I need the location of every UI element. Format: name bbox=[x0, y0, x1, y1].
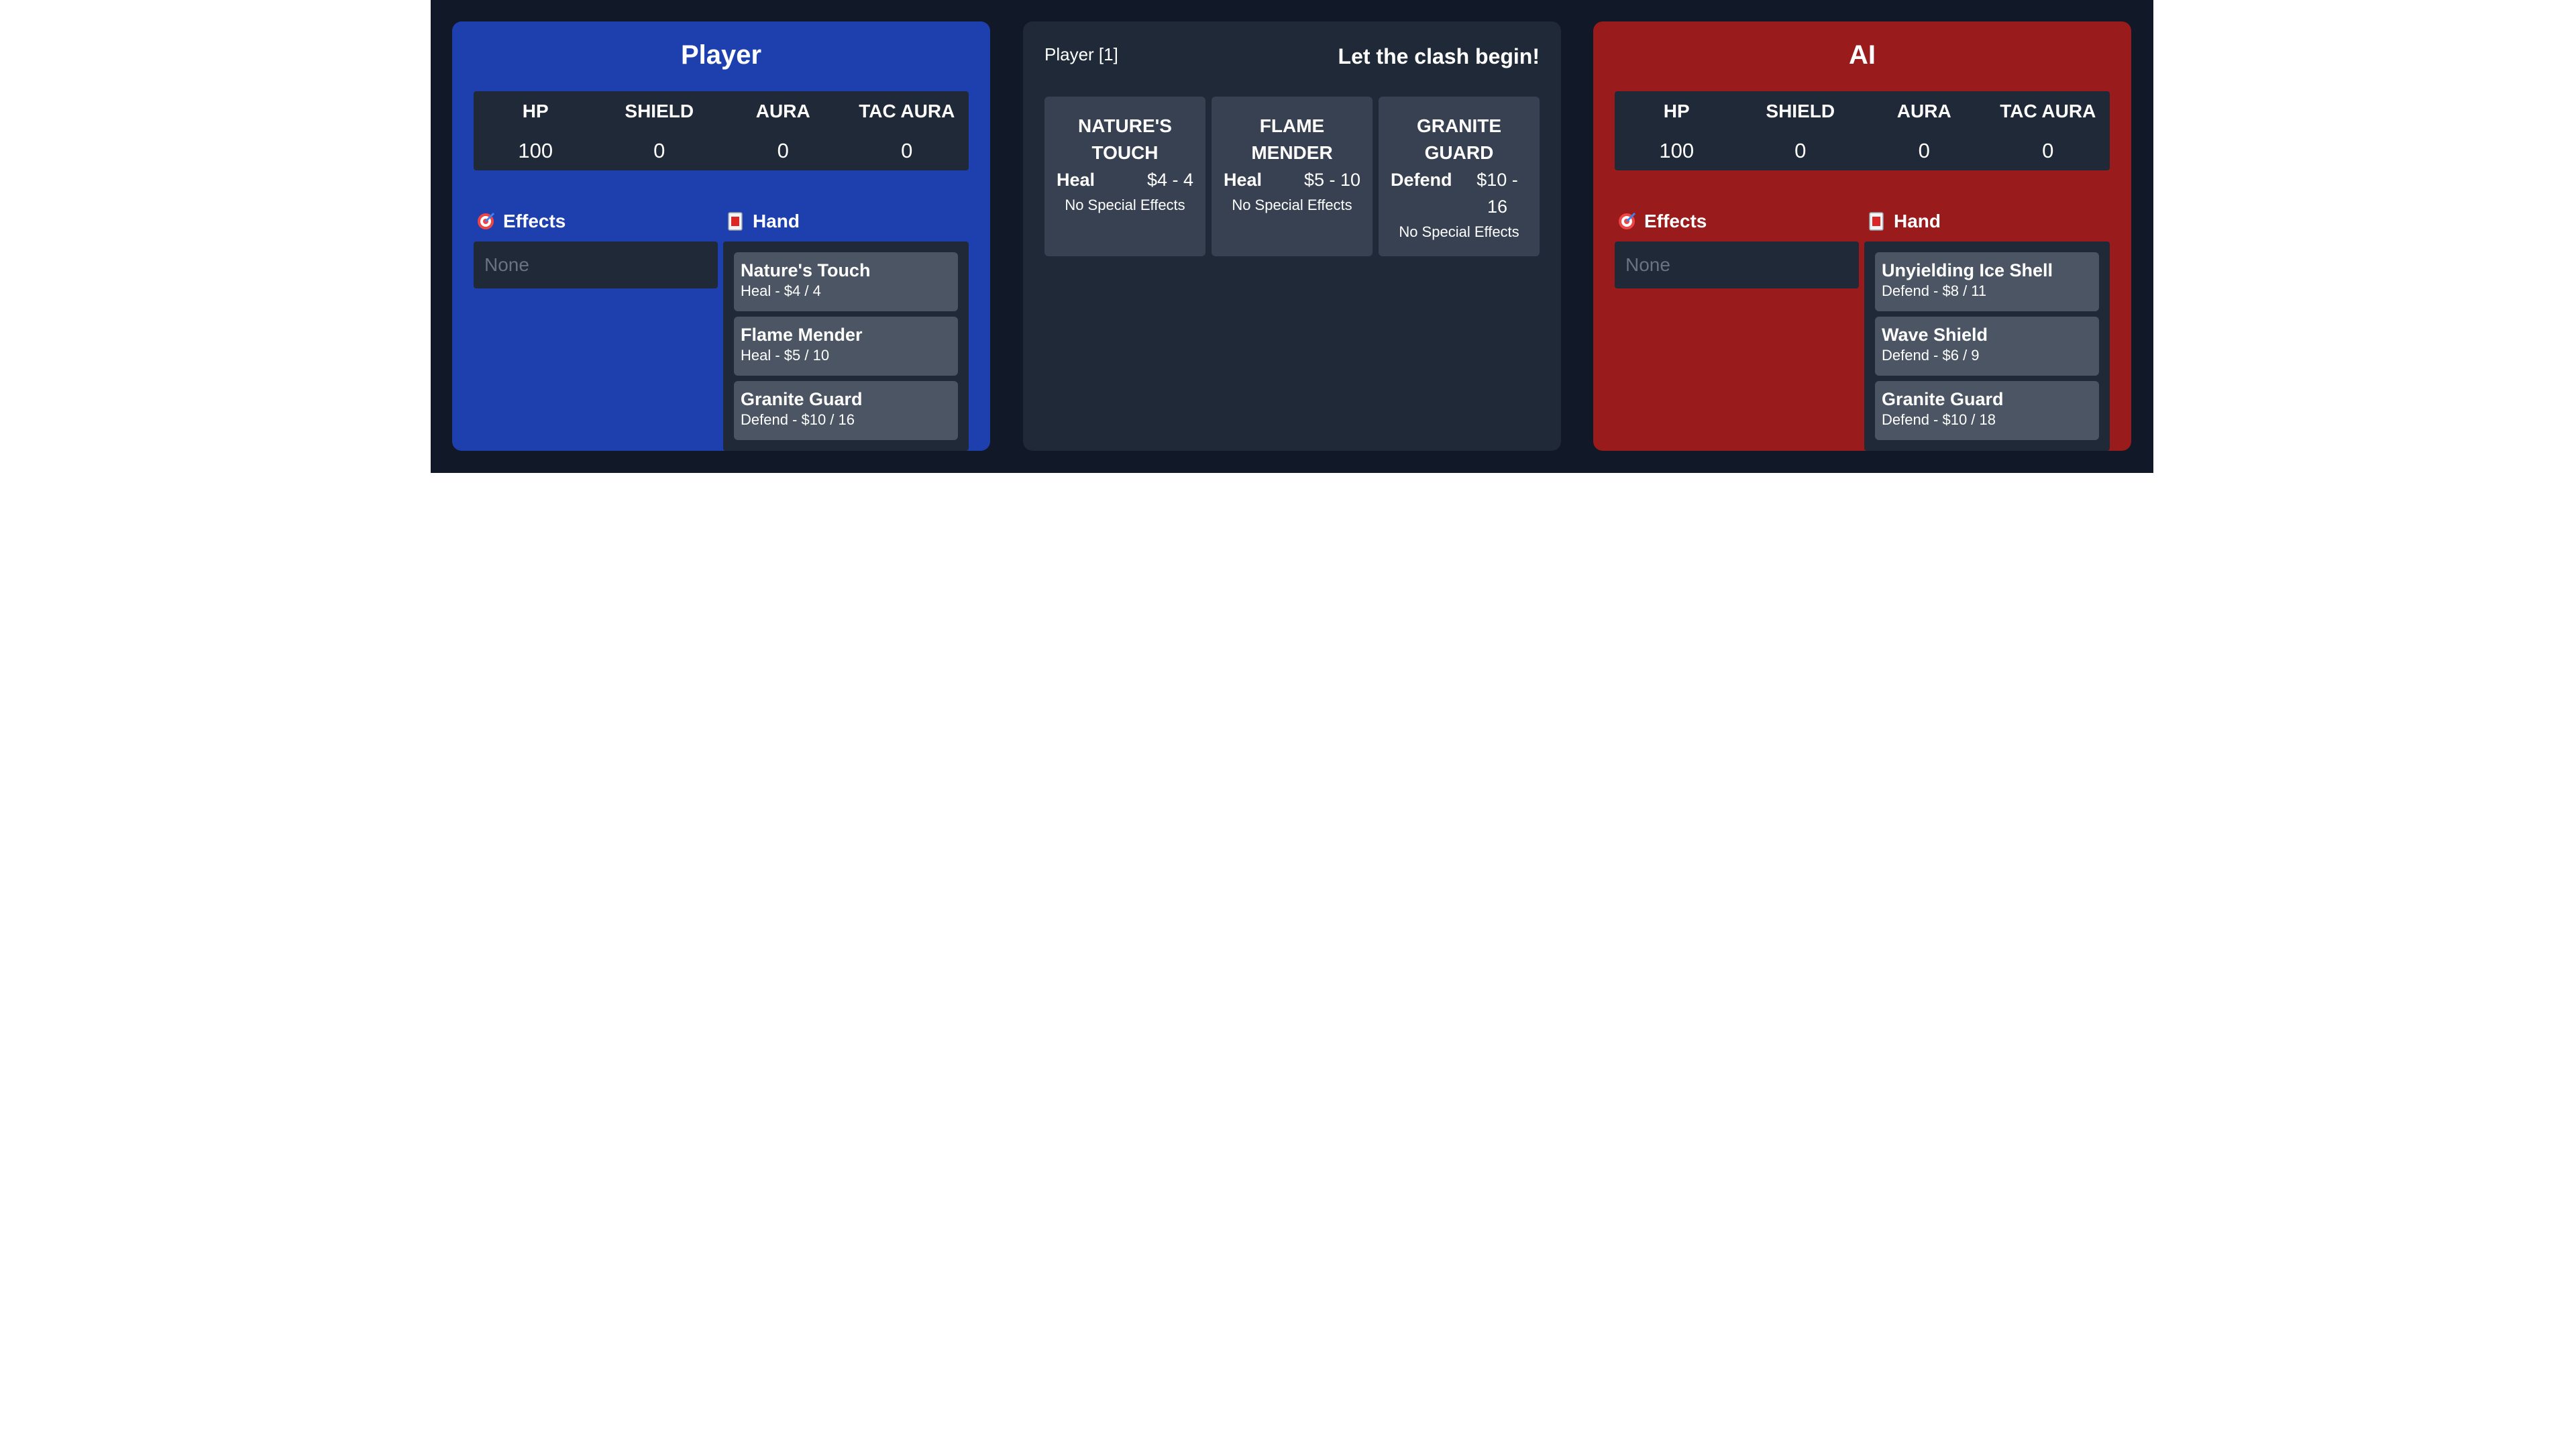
hand-card-desc: Heal - $5 / 10 bbox=[741, 347, 830, 364]
player-title: Player bbox=[680, 40, 762, 70]
stat-value-hp: 100 bbox=[518, 138, 553, 162]
stat-value-hp: 100 bbox=[1659, 138, 1695, 162]
ai-hand: Unyielding Ice Shell Defend - $8 / 11 Wa… bbox=[1864, 241, 2110, 451]
battle-message: Let the clash begin! bbox=[1338, 44, 1540, 68]
hand-card-desc: Defend - $10 / 18 bbox=[1882, 411, 1996, 428]
effects-label: Effects bbox=[476, 211, 566, 232]
hand-card-name: Granite Guard bbox=[741, 389, 863, 409]
stat-header-aura: AURA bbox=[755, 100, 810, 121]
played-card-type: Defend bbox=[1391, 170, 1452, 190]
hand-card-name: Granite Guard bbox=[1882, 389, 2004, 409]
stat-value-tac-aura: 0 bbox=[901, 138, 913, 162]
stat-value-aura: 0 bbox=[1918, 138, 1930, 162]
game-board: Player HP SHIELD AURA TAC AURA 100 0 0 0… bbox=[431, 0, 2153, 473]
hand-label: Hand bbox=[726, 211, 800, 232]
effects-list: None bbox=[1615, 241, 1859, 288]
played-card-name: Granite Guard bbox=[1417, 115, 1501, 163]
played-card-special: No Special Effects bbox=[1232, 197, 1352, 213]
hand-card-desc: Defend - $6 / 9 bbox=[1882, 347, 1980, 364]
card-icon bbox=[1867, 212, 1886, 231]
hand-label-text: Hand bbox=[753, 211, 800, 231]
played-card[interactable]: Granite Guard Defend $10 - 16 No Special… bbox=[1379, 97, 1540, 256]
hand-card: Wave Shield Defend - $6 / 9 bbox=[1875, 317, 2099, 376]
stat-value-aura: 0 bbox=[777, 138, 789, 162]
hand-label: Hand bbox=[1867, 211, 1941, 232]
effects-label-text: Effects bbox=[503, 211, 566, 231]
played-card-special: No Special Effects bbox=[1065, 197, 1185, 213]
stat-header-hp: HP bbox=[522, 100, 549, 121]
ai-title: AI bbox=[1849, 40, 1876, 70]
hand-card-desc: Defend - $8 / 11 bbox=[1882, 282, 1987, 299]
stat-header-shield: SHIELD bbox=[1766, 100, 1835, 121]
played-card-range: $4 - 4 bbox=[1146, 170, 1193, 190]
hand-card-desc: Defend - $10 / 16 bbox=[741, 411, 855, 428]
hand-card-name: Unyielding Ice Shell bbox=[1882, 260, 2053, 280]
player-stats: HP SHIELD AURA TAC AURA 100 0 0 0 bbox=[474, 91, 969, 170]
player-hand: Nature's Touch Heal - $4 / 4 Flame Mende… bbox=[723, 241, 969, 451]
played-card-range: $5 - 10 bbox=[1303, 170, 1360, 190]
hand-card-name: Flame Mender bbox=[741, 325, 863, 345]
stat-header-shield: SHIELD bbox=[625, 100, 694, 121]
hand-label-text: Hand bbox=[1894, 211, 1941, 231]
ai-stats: HP SHIELD AURA TAC AURA 100 0 0 0 bbox=[1615, 91, 2110, 170]
stat-header-tac-aura: TAC AURA bbox=[859, 100, 955, 121]
effects-label-text: Effects bbox=[1644, 211, 1707, 231]
hand-card-name: Wave Shield bbox=[1882, 325, 1988, 345]
hand-card: Unyielding Ice Shell Defend - $8 / 11 bbox=[1875, 252, 2099, 311]
target-icon bbox=[476, 212, 495, 231]
battle-panel: Player [1] Let the clash begin! Nature's… bbox=[1023, 21, 1561, 451]
turn-indicator: Player [1] bbox=[1044, 44, 1118, 64]
hand-card-name: Nature's Touch bbox=[741, 260, 871, 280]
hand-card: Granite Guard Defend - $10 / 18 bbox=[1875, 381, 2099, 440]
played-card-type: Heal bbox=[1224, 170, 1263, 190]
ai-panel: AI HP SHIELD AURA TAC AURA 100 0 0 0 Eff… bbox=[1593, 21, 2131, 451]
stat-value-tac-aura: 0 bbox=[2042, 138, 2054, 162]
hand-card[interactable]: Nature's Touch Heal - $4 / 4 bbox=[734, 252, 958, 311]
hand-card-desc: Heal - $4 / 4 bbox=[741, 282, 821, 299]
stat-header-tac-aura: TAC AURA bbox=[2000, 100, 2096, 121]
target-icon bbox=[1617, 212, 1636, 231]
hand-card[interactable]: Granite Guard Defend - $10 / 16 bbox=[734, 381, 958, 440]
played-card-type: Heal bbox=[1057, 170, 1095, 190]
player-panel: Player HP SHIELD AURA TAC AURA 100 0 0 0… bbox=[452, 21, 990, 451]
played-card-name: Nature's Touch bbox=[1078, 115, 1172, 163]
effects-empty-text: None bbox=[1625, 254, 1670, 275]
effects-label: Effects bbox=[1617, 211, 1707, 232]
effects-list: None bbox=[474, 241, 718, 288]
played-card[interactable]: Flame Mender Heal $5 - 10 No Special Eff… bbox=[1212, 97, 1373, 256]
stat-header-aura: AURA bbox=[1896, 100, 1951, 121]
stat-header-hp: HP bbox=[1663, 100, 1690, 121]
card-icon bbox=[726, 212, 745, 231]
played-card-special: No Special Effects bbox=[1399, 223, 1519, 240]
hand-card[interactable]: Flame Mender Heal - $5 / 10 bbox=[734, 317, 958, 376]
played-card-range: $10 - 16 bbox=[1477, 170, 1518, 217]
played-card-name: Flame Mender bbox=[1251, 115, 1333, 163]
stat-value-shield: 0 bbox=[653, 138, 665, 162]
effects-empty-text: None bbox=[484, 254, 529, 275]
played-card[interactable]: Nature's Touch Heal $4 - 4 No Special Ef… bbox=[1044, 97, 1205, 256]
stat-value-shield: 0 bbox=[1794, 138, 1807, 162]
